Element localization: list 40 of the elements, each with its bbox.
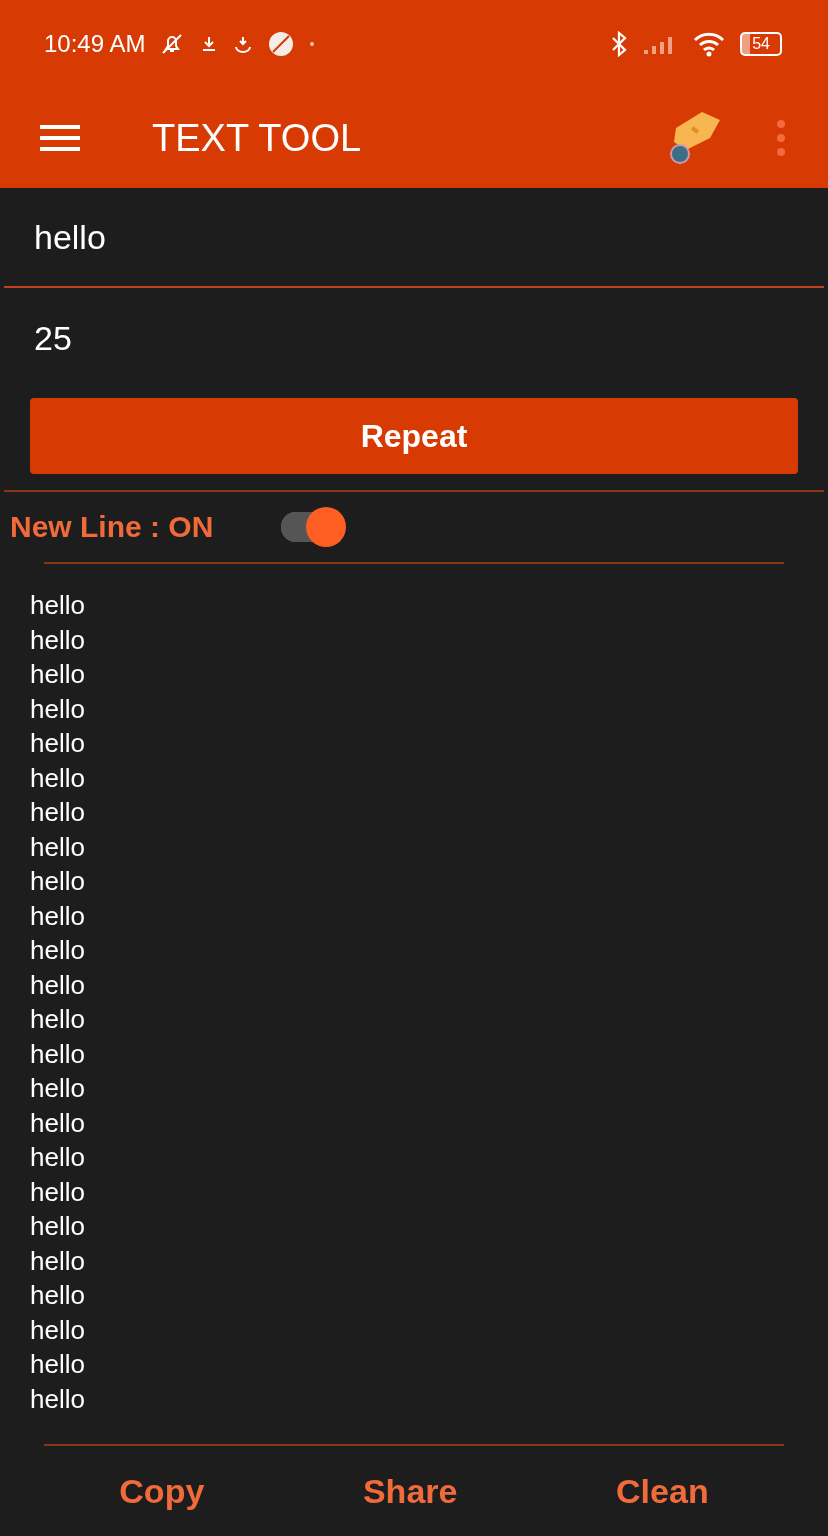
output-line: hello [30,830,85,864]
download-icon [233,34,254,54]
output-line: hello [30,1210,85,1243]
circle-icon [267,30,296,58]
text-input-field[interactable]: hello [4,188,824,288]
repeat-button[interactable]: Repeat [30,398,798,474]
output-line: hello [30,727,85,760]
output-line: hello [30,1175,85,1209]
output-line: hello [30,1141,85,1174]
output-line: hello [30,968,85,1002]
output-line: hello [30,934,85,967]
output-line: hello [30,1313,85,1347]
output-line: hello [30,1003,85,1036]
output-line: hello [30,658,85,691]
app-title: TEXT TOOL [152,116,362,160]
action-button[interactable]: Copy [119,1471,205,1511]
output-line: hello [30,589,85,622]
output-line: hello [30,1072,85,1105]
action-button[interactable]: Share [362,1471,458,1511]
dot-icon [309,41,316,47]
bluetooth-icon [610,31,629,57]
output-line: hello [30,1348,85,1381]
action-button[interactable]: Clean [616,1471,709,1511]
output-line: hello [30,623,85,657]
output-line: hello [30,761,85,795]
output-line: hello [30,899,85,933]
wifi-icon [692,30,727,58]
battery-indicator: 54 [740,32,782,56]
output-line: hello [30,1244,85,1278]
output-line: hello [30,1037,85,1071]
output-line: hello [30,796,85,829]
output-line: hello [30,865,85,898]
output-line: hello [30,1106,85,1140]
count-input-field[interactable]: 25 [4,288,824,388]
new-line-label: New Line : ON [10,510,215,544]
menu-icon[interactable] [38,122,82,154]
output-line: hello [30,1279,85,1312]
output-line: hello [30,692,85,726]
output-line: hello [30,1382,85,1416]
status-time: 10:49 AM [44,30,146,58]
